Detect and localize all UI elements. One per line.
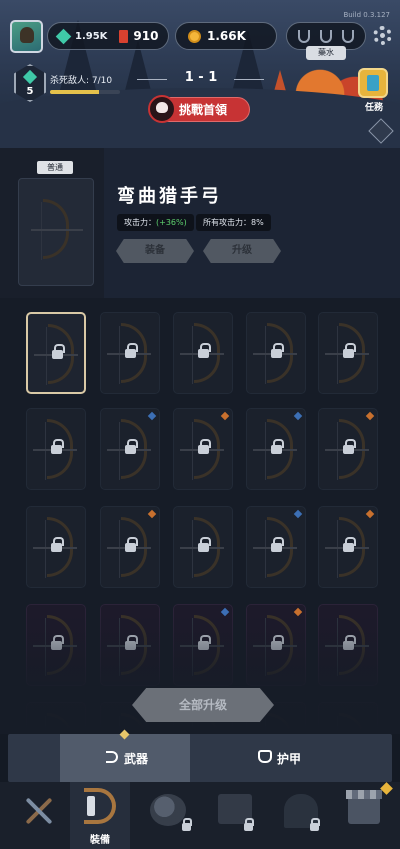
version-text: Build 0.3.127 — [343, 11, 390, 19]
lock-icon — [198, 439, 211, 454]
weapon-slot[interactable] — [173, 506, 233, 588]
lock-icon — [125, 439, 138, 454]
lock-icon — [244, 818, 254, 831]
stage-label: 1 - 1 — [184, 70, 218, 85]
rarity-gem-icon — [365, 411, 375, 421]
selected-weapon-card — [18, 178, 94, 286]
gear-icon[interactable] — [373, 26, 392, 45]
rarity-gem-icon — [293, 509, 303, 519]
weapon-slot[interactable] — [26, 506, 86, 588]
lock-icon — [343, 537, 356, 552]
attack-stat: 攻击力：(+36%) — [117, 214, 194, 231]
shop-icon[interactable] — [346, 790, 382, 824]
gold-count: 1.66K — [207, 29, 246, 43]
potion-flask-icon — [320, 29, 332, 43]
weapon-slot[interactable] — [173, 408, 233, 490]
bottom-nav — [0, 782, 400, 849]
lock-icon — [271, 343, 284, 358]
upgrade-button[interactable]: 升级 — [203, 239, 281, 263]
weapon-slot[interactable] — [318, 312, 378, 394]
kill-progress-bar — [50, 90, 120, 94]
task-icon[interactable] — [358, 68, 388, 98]
weapon-slot[interactable] — [26, 408, 86, 490]
gem-icon — [55, 28, 72, 44]
potion-label: 藥水 — [306, 46, 346, 60]
weapon-slot[interactable] — [100, 506, 160, 588]
lock-icon — [51, 439, 64, 454]
lock-icon — [271, 439, 284, 454]
lock-icon — [52, 344, 65, 359]
weapon-grid — [0, 298, 400, 734]
weapon-slot[interactable] — [100, 312, 160, 394]
potion-flask-icon — [342, 29, 354, 43]
rarity-gem-icon — [365, 509, 375, 519]
rarity-gem-icon — [220, 411, 230, 421]
lock-icon — [343, 343, 356, 358]
weapon-slot[interactable] — [246, 408, 306, 490]
weapon-slot[interactable] — [318, 408, 378, 490]
coin-icon — [188, 29, 201, 43]
nav-equipment-label: 裝備 — [90, 835, 110, 846]
weapon-slot[interactable] — [173, 312, 233, 394]
resource-bar[interactable]: 1.95K 910 — [47, 22, 169, 50]
divider — [137, 79, 167, 80]
potion-flask-icon — [298, 29, 310, 43]
challenge-boss-label: 挑戰首領 — [179, 103, 228, 117]
lock-icon — [198, 343, 211, 358]
player-avatar[interactable] — [10, 20, 43, 53]
weapon-name: 弯曲猎手弓 — [117, 186, 222, 207]
crystal-count: 910 — [133, 29, 159, 43]
task-label: 任務 — [364, 103, 383, 113]
lock-icon — [182, 818, 192, 831]
pet-icon[interactable] — [150, 794, 186, 826]
rarity-gem-icon — [147, 411, 157, 421]
rarity-gem-icon — [147, 509, 157, 519]
kill-counter: 杀死敌人: 7/10 — [50, 76, 113, 86]
tab-armor-label[interactable]: 护甲 — [277, 750, 301, 767]
rarity-gem-icon — [293, 411, 303, 421]
lock-icon — [125, 343, 138, 358]
kill-progress-fill — [50, 90, 99, 94]
divider — [234, 79, 264, 80]
lock-icon — [343, 439, 356, 454]
attack-bonus: (+36%) — [156, 218, 187, 227]
lock-icon — [271, 537, 284, 552]
gold-bar[interactable]: 1.66K — [175, 22, 277, 50]
gem-count: 1.95K — [75, 30, 108, 42]
crystal-icon — [119, 29, 129, 43]
upgrade-all-button[interactable]: 全部升级 — [132, 688, 274, 722]
armor-icon — [258, 750, 272, 763]
arrow-icon — [31, 229, 83, 231]
skull-icon — [148, 95, 176, 123]
lock-icon — [125, 537, 138, 552]
weapon-slot[interactable] — [318, 506, 378, 588]
equip-button[interactable]: 装备 — [116, 239, 194, 263]
tab-weapons-label: 武器 — [124, 752, 149, 766]
lock-icon — [310, 818, 320, 831]
player-level: 5 — [26, 86, 34, 97]
weapon-slot[interactable] — [26, 312, 86, 394]
all-attack-stat: 所有攻击力：8% — [196, 214, 271, 231]
lock-icon — [198, 537, 211, 552]
bow-icon — [106, 751, 118, 763]
weapon-slot[interactable] — [246, 506, 306, 588]
rarity-badge: 普通 — [37, 161, 73, 174]
lock-icon — [51, 537, 64, 552]
weapon-slot[interactable] — [246, 312, 306, 394]
weapon-slot[interactable] — [100, 408, 160, 490]
crossed-swords-icon[interactable] — [22, 794, 56, 828]
attack-label: 攻击力： — [124, 218, 156, 227]
